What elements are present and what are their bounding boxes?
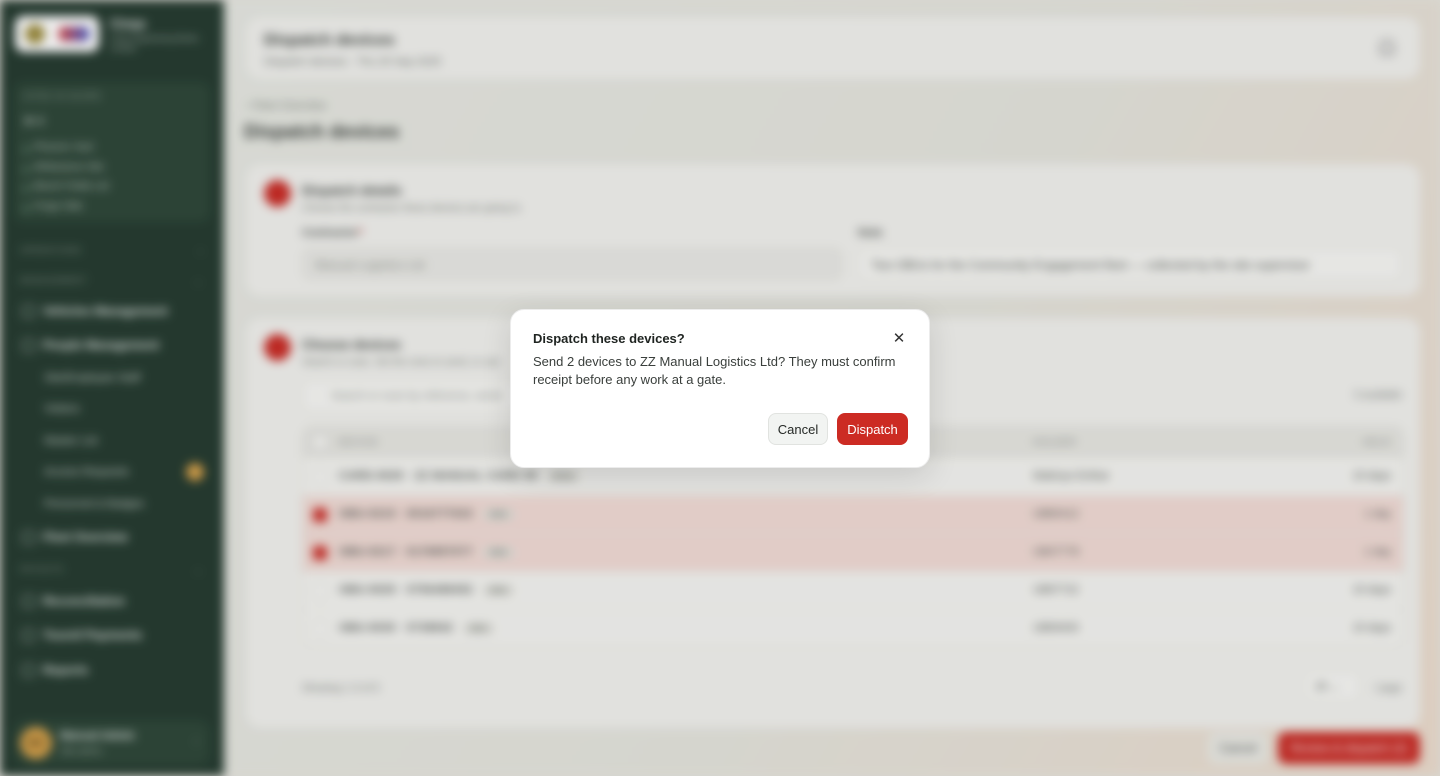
dispatch-button[interactable]: Dispatch (837, 413, 908, 445)
dialog-title: Dispatch these devices? (533, 331, 685, 346)
cancel-button[interactable]: Cancel (768, 413, 828, 445)
close-icon[interactable]: ✕ (889, 329, 909, 349)
dispatch-confirm-dialog: Dispatch these devices? ✕ Send 2 devices… (510, 309, 930, 468)
dialog-message: Send 2 devices to ZZ Manual Logistics Lt… (533, 354, 896, 387)
